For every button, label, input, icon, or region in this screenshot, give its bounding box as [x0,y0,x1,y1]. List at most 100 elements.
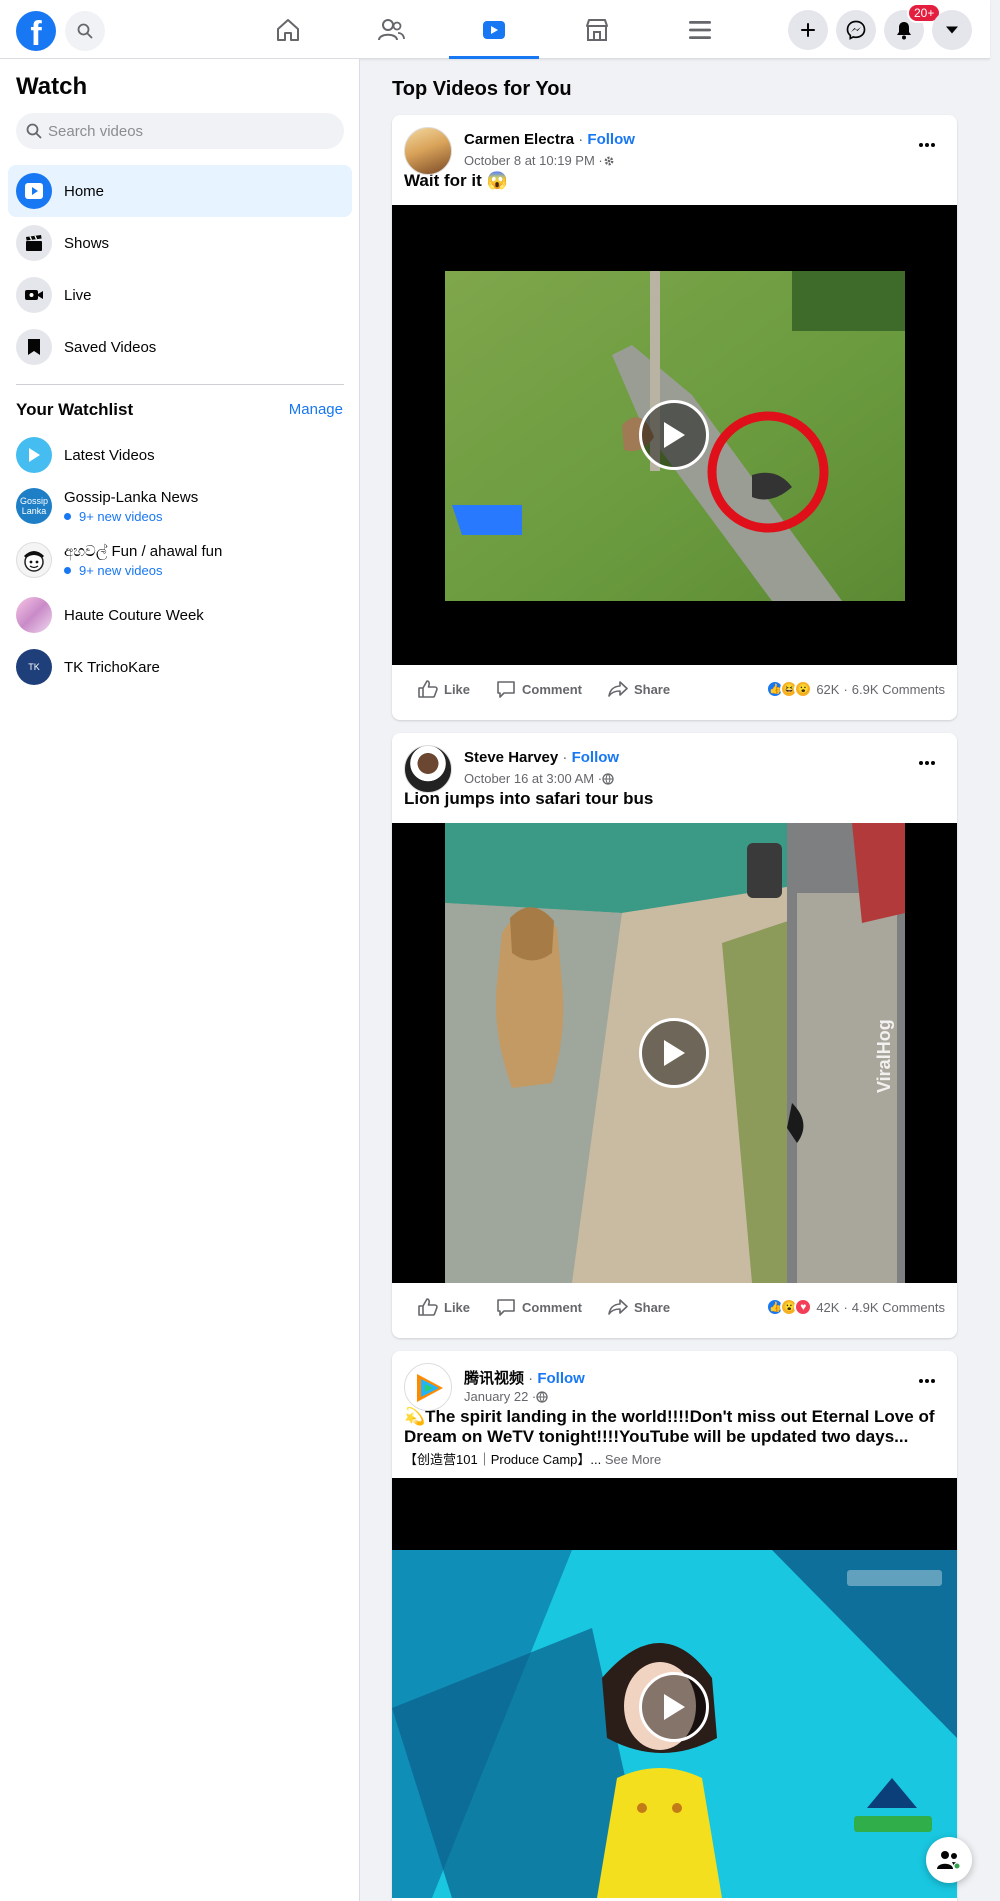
share-label: Share [633,1299,671,1315]
facebook-logo[interactable]: f [16,11,56,51]
see-more-link[interactable]: See More [601,1452,661,1467]
search-videos-box[interactable] [16,113,344,149]
tab-menu[interactable] [655,0,745,59]
video-player[interactable] [392,205,957,665]
follow-button[interactable]: Follow [587,131,635,148]
messenger-button[interactable] [836,10,876,50]
watchlist-item-gossip-lanka[interactable]: Gossip Lanka Gossip-Lanka News 9+ new vi… [16,488,346,524]
contacts-chat-button[interactable] [926,1837,972,1883]
reaction-count: 62K [816,681,840,697]
messenger-icon [846,20,866,40]
sidebar-item-label: Shows [64,234,110,252]
tk-trichokare-avatar: TK [16,649,52,685]
author-avatar[interactable] [404,127,452,175]
clapperboard-icon [16,225,52,261]
create-button[interactable] [788,10,828,50]
watchlist-item-label: Gossip-Lanka News [64,488,199,506]
ellipsis-icon [919,1379,935,1383]
author-avatar[interactable] [404,1363,452,1411]
comments-count[interactable]: 6.9K Comments [852,682,945,697]
post-caption: 💫The spirit landing in the world!!!!Don'… [404,1407,935,1446]
video-player[interactable]: ViralHog [392,823,957,1283]
comment-button[interactable]: Comment [496,680,582,698]
watchlist-item-haute-couture-week[interactable]: Haute Couture Week [16,597,346,633]
reaction-icons: 👍 😆 😮 [766,680,813,698]
video-post: 腾讯视频 · Follow January 22 · 💫The spirit l… [392,1351,957,1901]
post-timestamp[interactable]: January 22 · [464,1389,548,1404]
watchlist-item-tk-trichokare[interactable]: TK TK TrichoKare [16,649,346,685]
home-icon [277,18,299,41]
share-button[interactable]: Share [608,680,670,698]
follow-button[interactable]: Follow [572,749,620,766]
search-icon [26,123,42,139]
sidebar-item-saved-videos[interactable]: Saved Videos [8,321,352,373]
separator: · [524,1370,538,1387]
search-videos-input[interactable] [48,122,328,140]
tab-watch[interactable] [449,0,539,59]
share-icon [608,1299,628,1315]
follow-button[interactable]: Follow [537,1370,585,1387]
like-label: Like [444,681,471,697]
sidebar-divider [16,384,344,385]
share-button[interactable]: Share [608,1298,670,1316]
comment-label: Comment [522,681,582,697]
post-timestamp[interactable]: October 16 at 3:00 AM · [464,771,614,786]
post-subcaption: 【创造营101｜Produce Camp】... See More [392,1447,957,1468]
reaction-stats[interactable]: 👍 😮 ♥ 42K · 4.9K Comments [766,1298,945,1316]
menu-icon [689,20,711,39]
watchlist-item-ahawal-fun[interactable]: අහවල් Fun / ahawal fun 9+ new videos [16,542,346,578]
search-button[interactable] [65,11,105,51]
tab-friends[interactable] [346,0,436,59]
more-options-button[interactable] [909,1363,945,1399]
more-options-button[interactable] [909,127,945,163]
reaction-stats[interactable]: 👍 😆 😮 62K · 6.9K Comments [766,680,945,698]
new-videos-count: 9+ new videos [64,563,222,578]
haute-couture-avatar [16,597,52,633]
sidebar-item-label: Home [64,182,105,200]
watchlist-item-latest-videos[interactable]: Latest Videos [16,437,346,473]
post-timestamp[interactable]: October 8 at 10:19 PM · [464,153,615,168]
sidebar-item-shows[interactable]: Shows [8,217,352,269]
watchlist-heading: Your Watchlist [16,400,134,419]
play-button[interactable] [639,400,709,470]
like-button[interactable]: Like [418,1298,470,1316]
author-name[interactable]: Carmen Electra [464,131,574,148]
gear-icon [604,156,614,165]
bookmark-icon [16,329,52,365]
post-actions: Like Comment Share 👍 😆 😮 62K · 6.9K Comm… [392,665,957,713]
love-reaction-icon: ♥ [794,1298,813,1316]
play-button[interactable] [639,1018,709,1088]
timestamp-text: October 16 at 3:00 AM · [464,771,603,786]
account-menu-button[interactable] [932,10,972,50]
author-name[interactable]: Steve Harvey [464,749,558,766]
watch-icon [483,20,505,39]
comments-count[interactable]: 4.9K Comments [852,1300,945,1315]
like-label: Like [444,1299,471,1315]
more-options-button[interactable] [909,745,945,781]
like-button[interactable]: Like [418,680,470,698]
latest-videos-icon [16,437,52,473]
author-line: Steve Harvey · Follow [464,749,619,766]
tab-marketplace[interactable] [552,0,642,59]
search-icon [77,23,93,39]
sidebar-item-label: Live [64,286,92,304]
tab-home[interactable] [243,0,333,59]
plus-icon [801,23,815,37]
video-player[interactable] [392,1478,957,1898]
bell-icon [897,22,911,40]
sidebar-item-live[interactable]: Live [8,269,352,321]
subcaption-text: 【创造营101｜Produce Camp】... [404,1452,602,1467]
live-camera-icon [16,277,52,313]
separator: · [574,131,588,148]
ellipsis-icon [919,761,935,765]
caret-down-icon [946,26,958,34]
manage-watchlist-link[interactable]: Manage [289,401,343,418]
author-name[interactable]: 腾讯视频 [464,1370,524,1387]
comment-button[interactable]: Comment [496,1298,582,1316]
gossip-lanka-avatar: Gossip Lanka [16,488,52,524]
sidebar-item-label: Saved Videos [64,338,157,356]
author-avatar[interactable] [404,745,452,793]
play-button[interactable] [639,1672,709,1742]
comment-label: Comment [522,1299,582,1315]
sidebar-item-home[interactable]: Home [8,165,352,217]
